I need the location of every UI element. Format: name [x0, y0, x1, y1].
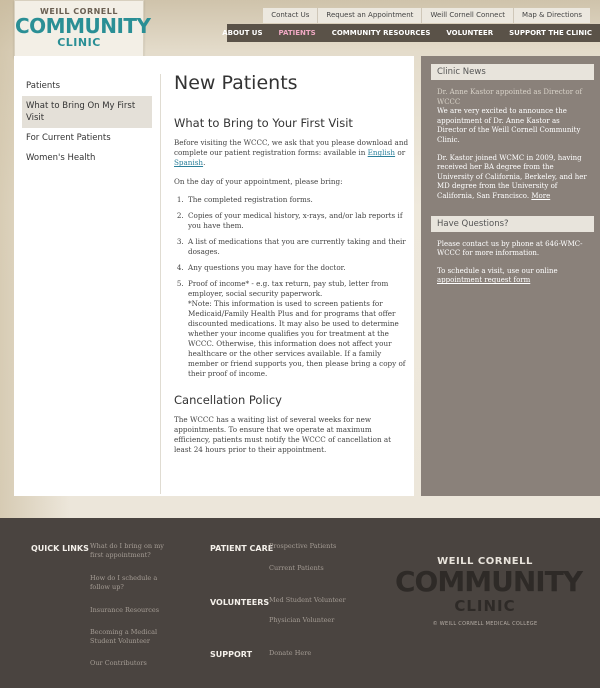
footer-logo: WEILL CORNELL COMMUNITY CLINIC © WEILL C… [395, 556, 583, 627]
footer-link-prospective-patients[interactable]: Prospective Patients [269, 542, 336, 551]
list-item-income-text: Proof of income* - e.g. tax return, pay … [188, 278, 389, 298]
footer-quick-links-heading: QUICK LINKS [31, 544, 89, 553]
nav-patients[interactable]: PATIENTS [271, 29, 324, 37]
news-more-link[interactable]: More [531, 192, 550, 200]
footer-link-physician-volunteer[interactable]: Physician Volunteer [269, 616, 334, 625]
intro-end: . [203, 158, 206, 168]
leftnav-item-what-to-bring[interactable]: What to Bring On My First Visit [22, 96, 152, 128]
clinic-news-title: Clinic News [431, 64, 594, 80]
footer-link-student-volunteer[interactable]: Becoming a Medical Student Volunteer [90, 628, 170, 646]
cancellation-text: The WCCC has a waiting list of several w… [174, 414, 392, 455]
main-nav: ABOUT US PATIENTS COMMUNITY RESOURCES VO… [222, 24, 600, 42]
content-area: Patients What to Bring On My First Visit… [14, 56, 414, 496]
footer-link-contributors[interactable]: Our Contributors [90, 659, 170, 668]
questions-paragraph-1: Please contact us by phone at 646-WMC-WC… [437, 239, 583, 258]
list-item: The completed registration forms. [186, 195, 410, 205]
intro-or: or [395, 148, 406, 158]
clinic-news-body: Dr. Anne Kastor appointed as Director of… [421, 80, 600, 202]
list-item-income: Proof of income* - e.g. tax return, pay … [186, 279, 410, 379]
footer-support-heading: SUPPORT [210, 650, 253, 659]
footer-link-donate[interactable]: Donate Here [269, 649, 311, 658]
footer-link-med-student-volunteer[interactable]: Med Student Volunteer [269, 596, 346, 605]
util-map-directions[interactable]: Map & Directions [513, 8, 590, 23]
footer-patient-care-heading: PATIENT CARE [210, 544, 274, 553]
footer-logo-line-2: COMMUNITY [395, 565, 583, 598]
footer: QUICK LINKS What do I bring on my first … [0, 518, 600, 688]
nav-about-us[interactable]: ABOUT US [214, 29, 270, 37]
util-request-appointment[interactable]: Request an Appointment [317, 8, 421, 23]
news-paragraph-2-text: Dr. Kastor joined WCMC in 2009, having r… [437, 153, 587, 200]
news-paragraph-2: Dr. Kastor joined WCMC in 2009, having r… [437, 154, 590, 202]
section-title-first-visit: What to Bring to Your First Visit [174, 116, 353, 130]
footer-copyright: © WEILL CORNELL MEDICAL COLLEGE [432, 621, 538, 627]
nav-volunteer[interactable]: VOLUNTEER [438, 29, 501, 37]
footer-link-first-appointment[interactable]: What do I bring on my first appointment? [90, 542, 170, 560]
section-title-cancellation: Cancellation Policy [174, 392, 282, 407]
questions-paragraph-2-text: To schedule a visit, use our online [437, 266, 558, 275]
news-paragraph-1: We are very excited to announce the appo… [437, 107, 581, 144]
leftnav-item-current-patients[interactable]: For Current Patients [22, 128, 152, 148]
column-divider [160, 74, 161, 494]
leftnav-item-womens-health[interactable]: Women's Health [22, 148, 152, 168]
util-contact-us[interactable]: Contact Us [263, 8, 317, 23]
list-item: Copies of your medical history, x-rays, … [186, 211, 410, 231]
footer-link-follow-up[interactable]: How do I schedule a follow up? [90, 574, 170, 592]
income-note: *Note: This information is used to scree… [188, 298, 406, 378]
have-questions-body: Please contact us by phone at 646-WMC-WC… [421, 232, 600, 286]
util-weill-cornell-connect[interactable]: Weill Cornell Connect [421, 8, 513, 23]
right-sidebar: Clinic News Dr. Anne Kastor appointed as… [421, 56, 600, 496]
list-item: Any questions you may have for the docto… [186, 263, 410, 273]
site-logo[interactable]: WEILL CORNELL COMMUNITY CLINIC [14, 0, 151, 58]
leftnav-item-patients[interactable]: Patients [22, 76, 152, 96]
page-title: New Patients [174, 72, 298, 94]
footer-link-current-patients[interactable]: Current Patients [269, 564, 324, 573]
utility-nav: Contact Us Request an Appointment Weill … [263, 8, 590, 23]
nav-support-the-clinic[interactable]: SUPPORT THE CLINIC [501, 29, 600, 37]
english-form-link[interactable]: English [368, 148, 395, 157]
spanish-form-link[interactable]: Spanish [174, 158, 203, 167]
footer-volunteers-heading: VOLUNTEERS [210, 598, 270, 607]
footer-logo-line-3: CLINIC [454, 597, 516, 615]
questions-paragraph-2: To schedule a visit, use our online appo… [437, 267, 590, 286]
bring-list: The completed registration forms. Copies… [174, 195, 410, 379]
footer-link-insurance[interactable]: Insurance Resources [90, 606, 170, 615]
day-of-text: On the day of your appointment, please b… [174, 176, 343, 186]
main-content: New Patients What to Bring to Your First… [174, 72, 410, 456]
left-nav: Patients What to Bring On My First Visit… [22, 76, 152, 168]
list-item: A list of medications that you are curre… [186, 237, 410, 257]
have-questions-title: Have Questions? [431, 215, 594, 232]
nav-community-resources[interactable]: COMMUNITY RESOURCES [324, 29, 439, 37]
appointment-request-link[interactable]: appointment request form [437, 276, 530, 284]
logo-line-2: COMMUNITY [15, 14, 151, 38]
news-headline: Dr. Anne Kastor appointed as Director of… [437, 88, 583, 106]
intro-paragraph: Before visiting the WCCC, we ask that yo… [174, 138, 410, 169]
